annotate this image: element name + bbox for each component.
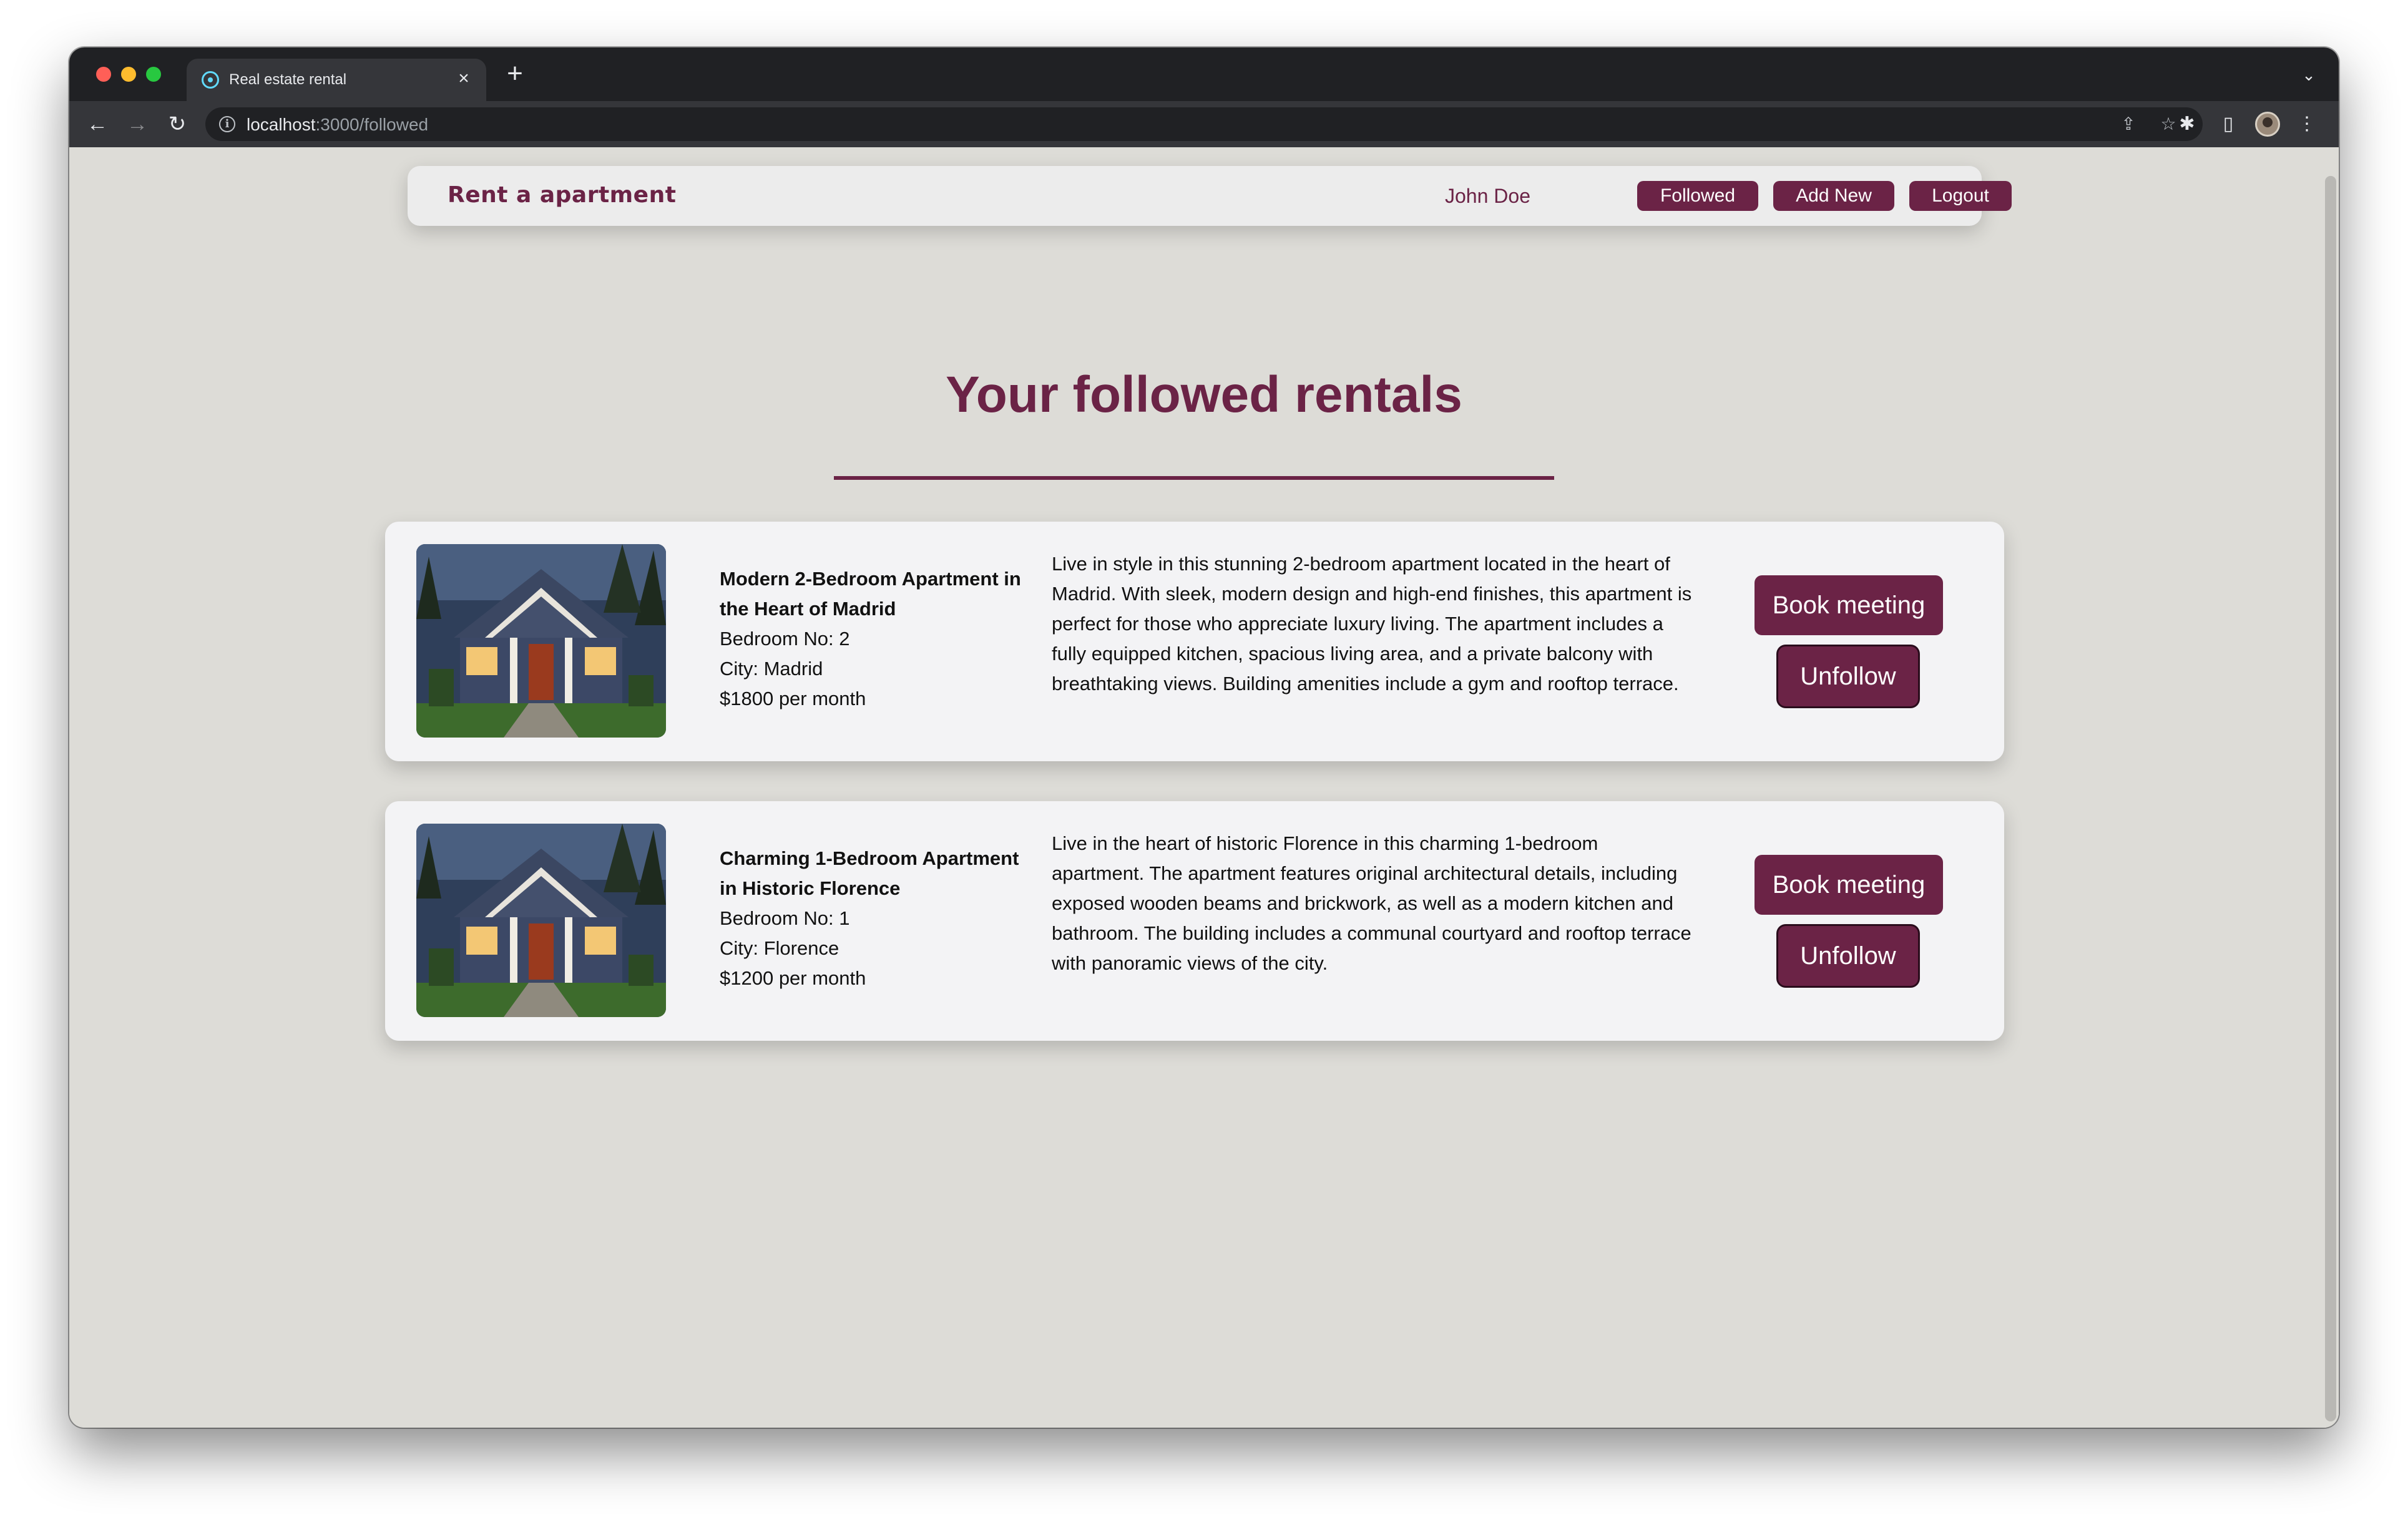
page-title: Your followed rentals	[946, 366, 1462, 423]
browser-tab[interactable]: Real estate rental ×	[187, 59, 486, 101]
page-scrollbar[interactable]	[2322, 147, 2339, 1428]
rental-card: Charming 1-Bedroom Apartment in Historic…	[385, 801, 2004, 1041]
close-tab-icon[interactable]: ×	[453, 67, 475, 90]
book-meeting-button[interactable]: Book meeting	[1755, 575, 1943, 635]
url-host: localhost	[247, 115, 316, 134]
tab-title: Real estate rental	[229, 71, 347, 88]
rental-title: Modern 2-Bedroom Apartment in the Heart …	[720, 568, 1021, 620]
browser-window: Real estate rental × + ⌄ ← → ↻ i localho…	[69, 47, 2339, 1428]
close-window-button[interactable]	[96, 67, 111, 82]
rental-city: City: Florence	[720, 937, 839, 959]
rental-bedrooms: Bedroom No: 1	[720, 907, 850, 929]
url-path: :3000/followed	[315, 115, 429, 134]
site-info-icon[interactable]: i	[219, 116, 235, 132]
kebab-menu-icon[interactable]: ⋮	[2293, 110, 2321, 139]
unfollow-button[interactable]: Unfollow	[1778, 926, 1918, 986]
user-name: John Doe	[1445, 185, 1530, 207]
tab-search-chevron-icon[interactable]: ⌄	[2298, 64, 2320, 86]
add-new-button[interactable]: Add New	[1773, 181, 1894, 211]
title-divider	[834, 476, 1554, 480]
address-bar[interactable]: i localhost:3000/followed ⇪ ☆	[205, 107, 2203, 141]
house-photo-image	[416, 544, 666, 738]
rental-card: Modern 2-Bedroom Apartment in the Heart …	[385, 522, 2004, 761]
back-arrow-icon[interactable]: ←	[83, 110, 112, 139]
profile-avatar[interactable]	[2255, 112, 2280, 137]
new-tab-icon[interactable]: +	[501, 60, 529, 89]
rental-photo	[416, 544, 666, 738]
maximize-window-button[interactable]	[146, 67, 161, 82]
browser-toolbar: ← → ↻ i localhost:3000/followed ⇪ ☆ ✱ ▯ …	[69, 101, 2339, 147]
minimize-window-button[interactable]	[121, 67, 136, 82]
house-photo-image	[416, 824, 666, 1017]
share-icon[interactable]: ⇪	[2118, 114, 2139, 135]
rental-city: City: Madrid	[720, 658, 823, 680]
site-navbar: Rent a apartment John Doe Followed Add N…	[408, 166, 2012, 226]
book-meeting-button[interactable]: Book meeting	[1755, 855, 1943, 915]
rental-title: Charming 1-Bedroom Apartment in Historic…	[720, 847, 1019, 899]
rental-info: Charming 1-Bedroom Apartment in Historic…	[720, 844, 1032, 993]
followed-button[interactable]: Followed	[1637, 181, 1758, 211]
url-text[interactable]: localhost:3000/followed	[247, 115, 428, 134]
rental-price: $1800 per month	[720, 688, 866, 709]
extensions-puzzle-icon[interactable]: ✱	[2173, 110, 2201, 139]
tab-strip: Real estate rental × + ⌄	[69, 47, 2339, 101]
side-panel-icon[interactable]: ▯	[2214, 110, 2243, 139]
rental-info: Modern 2-Bedroom Apartment in the Heart …	[720, 564, 1032, 714]
scrollbar-thumb[interactable]	[2325, 176, 2336, 1421]
react-favicon-icon	[202, 71, 219, 89]
rental-photo	[416, 824, 666, 1017]
brand-logo[interactable]: Rent a apartment	[448, 182, 676, 208]
forward-arrow-icon[interactable]: →	[123, 110, 152, 139]
page-viewport: Rent a apartment John Doe Followed Add N…	[69, 147, 2339, 1428]
logout-button[interactable]: Logout	[1909, 181, 2012, 211]
unfollow-button[interactable]: Unfollow	[1778, 646, 1918, 706]
rental-bedrooms: Bedroom No: 2	[720, 628, 850, 650]
rental-description: Live in style in this stunning 2-bedroom…	[1052, 553, 1692, 694]
reload-icon[interactable]: ↻	[163, 110, 192, 139]
rental-description: Live in the heart of historic Florence i…	[1052, 832, 1691, 974]
rental-price: $1200 per month	[720, 967, 866, 989]
